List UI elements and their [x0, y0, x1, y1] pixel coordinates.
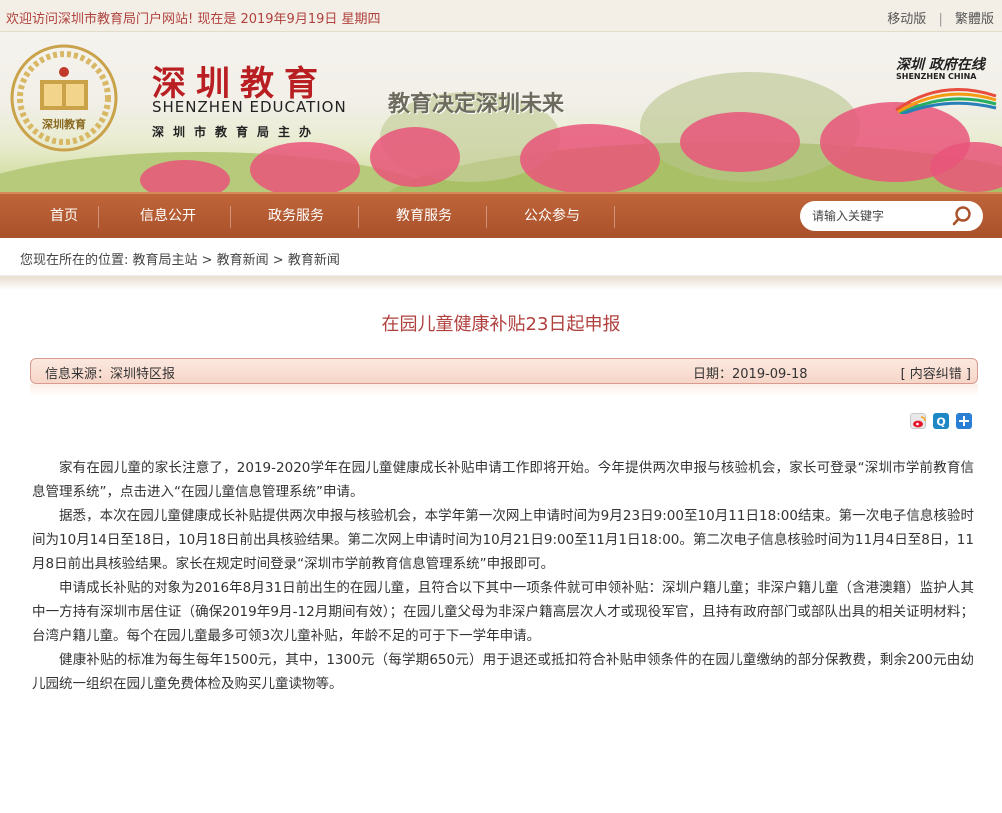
- article-paragraph: 健康补贴的标准为每生每年1500元，其中，1300元（每学期650元）用于退还或…: [32, 652, 974, 692]
- slogan-text: 教育决定深圳未来: [388, 91, 565, 117]
- site-header: 深圳教育 深圳教育 SHENZHEN EDUCATION 深圳市教育局主办 教育…: [0, 32, 1002, 192]
- nav-item-government-services[interactable]: 政务服务: [232, 194, 360, 238]
- shenzhen-logo-english: SHENZHEN CHINA: [896, 72, 977, 81]
- logo-text: 深圳教育: [42, 117, 86, 131]
- article-date: 日期：2019-09-18: [693, 367, 808, 382]
- content-correction-link[interactable]: [ 内容纠错 ]: [901, 363, 971, 382]
- brand-english: SHENZHEN EDUCATION: [152, 98, 347, 116]
- svg-text:Q: Q: [936, 416, 945, 429]
- article-title: 在园儿童健康补贴23日起申报: [381, 314, 621, 335]
- breadcrumb-text: 您现在所在的位置: 教育局主站 > 教育新闻 > 教育新闻: [20, 253, 340, 268]
- nav-divider: [98, 206, 99, 228]
- main-nav: 首页 信息公开 政务服务 教育服务 公众参与: [0, 192, 1002, 238]
- more-share-icon[interactable]: [956, 413, 972, 429]
- rainbow-swoosh-icon: [895, 88, 997, 114]
- article-source: 信息来源：深圳特区报: [45, 367, 176, 382]
- banner-flower: [680, 112, 800, 172]
- article-body: 家有在园儿童的家长注意了，2019-2020学年在园儿童健康成长补贴申请工作即将…: [32, 456, 974, 696]
- meta-bar-glow: [30, 384, 978, 396]
- article-paragraph: 申请成长补贴的对象为2016年8月31日前出生的在园儿童，且符合以下其中一项条件…: [32, 580, 974, 644]
- brand-subtitle: 深圳市教育局主办: [152, 125, 321, 139]
- article-paragraph: 据悉，本次在园儿童健康成长补贴提供两次申报与核验机会，本学年第一次网上申请时间为…: [32, 508, 974, 572]
- article-meta-bar: 信息来源：深圳特区报 日期：2019-09-18 [ 内容纠错 ]: [30, 358, 978, 384]
- education-logo-icon: 深圳教育: [10, 44, 118, 152]
- banner-flower: [140, 160, 230, 192]
- divider-shadow: [0, 276, 1002, 290]
- nav-item-info-disclosure[interactable]: 信息公开: [104, 194, 232, 238]
- nav-item-education-services[interactable]: 教育服务: [360, 194, 488, 238]
- top-links: 移动版 | 繁體版: [887, 8, 994, 27]
- top-link-separator: |: [938, 12, 943, 27]
- nav-divider: [614, 206, 615, 228]
- nav-divider: [486, 206, 487, 228]
- search-input[interactable]: [812, 207, 947, 225]
- welcome-text: 欢迎访问深圳市教育局门户网站! 现在是 2019年9月19日 星期四: [6, 12, 381, 27]
- banner-flower: [520, 124, 660, 192]
- article-paragraph: 家有在园儿童的家长注意了，2019-2020学年在园儿童健康成长补贴申请工作即将…: [32, 460, 974, 500]
- mobile-version-link[interactable]: 移动版: [887, 12, 926, 27]
- nav-divider: [358, 206, 359, 228]
- shenzhen-online-logo[interactable]: 深圳 政府在线 SHENZHEN CHINA: [892, 54, 1000, 114]
- nav-divider: [230, 206, 231, 228]
- traditional-chinese-link[interactable]: 繁體版: [955, 12, 994, 27]
- qzone-icon[interactable]: Q: [933, 413, 949, 429]
- search-box: [800, 201, 983, 231]
- search-icon[interactable]: [951, 205, 973, 227]
- nav-item-public-participation[interactable]: 公众参与: [488, 194, 616, 238]
- shenzhen-logo-title: 深圳 政府在线: [896, 57, 985, 73]
- breadcrumb: 您现在所在的位置: 教育局主站 > 教育新闻 > 教育新闻: [0, 240, 1002, 276]
- top-bar: 欢迎访问深圳市教育局门户网站! 现在是 2019年9月19日 星期四 移动版 |…: [0, 0, 1002, 32]
- banner-flower: [370, 127, 460, 187]
- weibo-icon[interactable]: [910, 413, 926, 429]
- banner-flower: [250, 142, 360, 192]
